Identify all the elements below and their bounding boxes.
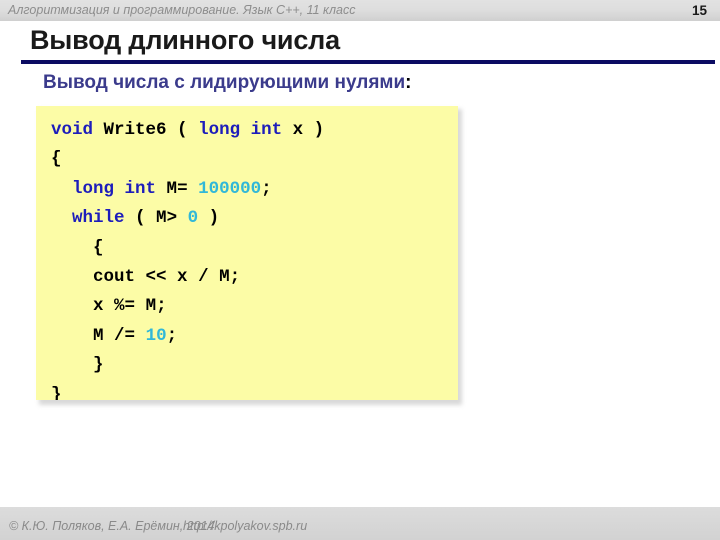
code-line: { <box>51 234 324 263</box>
code-line: void Write6 ( long int x ) <box>51 116 324 145</box>
code-token-pl: / <box>103 325 125 346</box>
code-token-kw: long int <box>72 178 157 199</box>
code-token-pl: > <box>166 208 188 229</box>
code-token-num: 0 <box>187 208 199 229</box>
code-token-pl: x ) <box>292 120 325 140</box>
code-token-pl: M; <box>219 266 241 287</box>
code-token-pl: / <box>187 266 220 287</box>
code-token-pl: M; <box>145 296 167 317</box>
footer-url-link[interactable]: http://kpolyakov.spb.ru <box>183 519 307 533</box>
code-token-pl: = <box>124 325 146 346</box>
code-token-pl: % <box>103 296 125 317</box>
code-token-kw: while <box>72 208 125 229</box>
code-token-pl: } <box>51 384 62 400</box>
code-line: x %= M; <box>51 292 324 321</box>
code-line: } <box>51 351 324 380</box>
page-title: Вывод длинного числа <box>30 25 340 55</box>
title-divider-rule <box>21 60 715 64</box>
code-line: long int M= 100000; <box>51 175 324 204</box>
code-token-pl: ( <box>124 208 157 229</box>
header-course-title: Алгоритмизация и программирование. Язык … <box>8 3 356 17</box>
code-token-pl: } <box>93 355 104 376</box>
code-token-pl: ; <box>166 325 178 346</box>
code-block: void Write6 ( long int x ) { long int M= … <box>36 106 458 400</box>
code-line: M /= 10; <box>51 322 324 351</box>
code-token-pl: ) <box>198 208 220 229</box>
code-listing: void Write6 ( long int x ) { long int M= … <box>51 116 324 400</box>
code-token-kw: void <box>51 120 94 140</box>
code-token-kw: long int <box>198 120 283 140</box>
code-token-pl: M <box>166 178 178 199</box>
code-token-num: 100000 <box>198 178 262 199</box>
code-token-pl: Write6 <box>103 120 167 140</box>
code-token-pl: = <box>177 178 199 199</box>
code-token-pl: M <box>93 325 104 346</box>
code-token-pl: ( <box>166 120 199 140</box>
slide-subtitle-text: Вывод числа с лидирующими нулями <box>43 72 406 93</box>
code-line: } <box>51 381 324 400</box>
code-token-pl: ; <box>261 178 272 199</box>
code-line: cout << x / M; <box>51 263 324 292</box>
slide-subtitle-colon: : <box>405 72 412 93</box>
code-token-pl: M <box>156 208 167 229</box>
slide-page-number: 15 <box>691 3 707 18</box>
code-token-pl: { <box>51 149 62 170</box>
code-line: { <box>51 145 324 174</box>
code-line: while ( M> 0 ) <box>51 204 324 233</box>
code-token-pl: { <box>93 237 104 258</box>
code-token-pl: x <box>93 296 104 317</box>
slide-subtitle: Вывод числа с лидирующими нулями: <box>43 72 412 94</box>
code-token-pl: = <box>124 296 146 317</box>
code-token-pl: << <box>135 266 178 287</box>
code-token-num: 10 <box>145 325 167 346</box>
code-token-pl: x <box>177 266 188 287</box>
code-token-pl: cout <box>93 266 136 287</box>
